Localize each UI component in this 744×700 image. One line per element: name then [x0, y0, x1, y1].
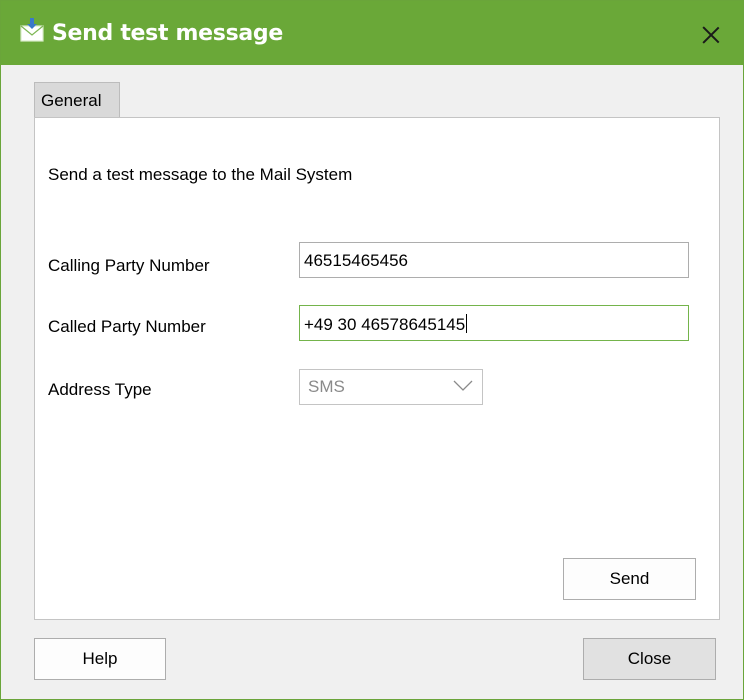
address-type-value: SMS — [308, 377, 345, 396]
close-button[interactable]: Close — [583, 638, 716, 680]
calling-party-label: Calling Party Number — [48, 256, 210, 275]
tab-general[interactable]: General — [34, 82, 120, 117]
description-text: Send a test message to the Mail System — [48, 165, 353, 184]
help-button[interactable]: Help — [34, 638, 166, 680]
address-type-label: Address Type — [48, 380, 152, 399]
calling-party-input[interactable]: 46515465456 — [299, 242, 689, 278]
window-title: Send test message — [52, 21, 283, 46]
called-party-value: +49 30 46578645145 — [304, 315, 466, 334]
title-bar[interactable]: Send test message — [1, 1, 743, 65]
envelope-download-icon — [20, 18, 44, 42]
close-icon[interactable] — [691, 15, 731, 55]
send-button[interactable]: Send — [563, 558, 696, 600]
address-type-select[interactable]: SMS — [299, 369, 483, 405]
called-party-label: Called Party Number — [48, 317, 206, 336]
text-caret — [466, 314, 468, 333]
called-party-input[interactable]: +49 30 46578645145 — [299, 305, 689, 341]
calling-party-value: 46515465456 — [304, 251, 409, 270]
chevron-down-icon — [453, 380, 473, 391]
